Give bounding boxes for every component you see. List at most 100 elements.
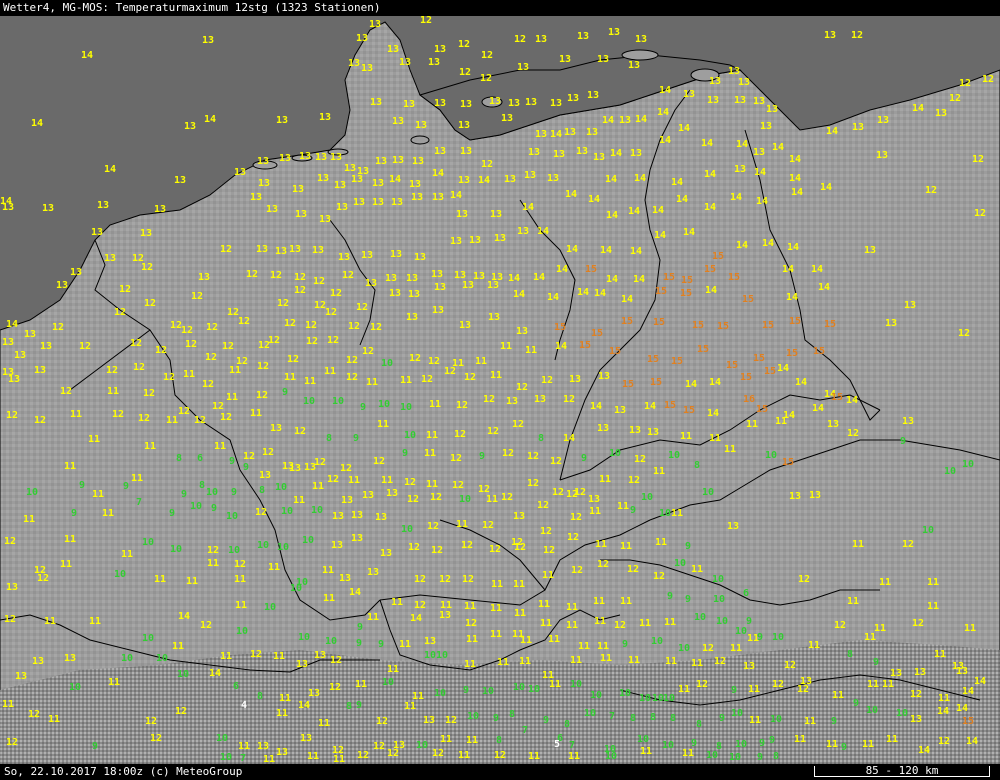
station-temperature: 13 — [2, 337, 14, 348]
station-temperature: 10 — [528, 684, 540, 695]
station-temperature: 9 — [685, 541, 691, 552]
station-temperature: 12 — [541, 375, 553, 386]
station-temperature: 12 — [409, 353, 421, 364]
station-temperature: 13 — [408, 289, 420, 300]
station-temperature: 14 — [789, 173, 801, 184]
station-temperature: 14 — [704, 169, 716, 180]
station-temperature: 11 — [366, 377, 378, 388]
station-temperature: 14 — [450, 190, 462, 201]
station-temperature: 14 — [736, 139, 748, 150]
station-temperature: 13 — [362, 490, 374, 501]
station-temperature: 13 — [707, 95, 719, 106]
station-temperature: 11 — [964, 623, 976, 634]
station-temperature: 11 — [542, 570, 554, 581]
station-temperature: 13 — [517, 226, 529, 237]
station-temperature: 9 — [667, 591, 673, 602]
station-temperature: 12 — [714, 656, 726, 667]
station-temperature: 12 — [527, 478, 539, 489]
station-temperature: 13 — [738, 77, 750, 88]
station-temperature: 11 — [514, 608, 526, 619]
station-temperature: 12 — [206, 322, 218, 333]
station-temperature: 8 — [326, 433, 332, 444]
station-temperature: 13 — [202, 35, 214, 46]
station-temperature: 9 — [231, 487, 237, 498]
station-temperature: 14 — [630, 246, 642, 257]
station-temperature: 14 — [644, 401, 656, 412]
station-temperature: 12 — [514, 34, 526, 45]
map-title: Wetter4, MG-MOS: Temperaturmaximum 12stg… — [3, 1, 381, 14]
station-temperature: 13 — [456, 209, 468, 220]
station-temperature: 12 — [628, 475, 640, 486]
station-temperature: 11 — [154, 574, 166, 585]
station-temperature: 13 — [375, 156, 387, 167]
station-temperature: 10 — [459, 494, 471, 505]
station-temperature: 13 — [469, 235, 481, 246]
station-temperature: 13 — [564, 127, 576, 138]
station-temperature: 13 — [339, 573, 351, 584]
station-temperature: 13 — [535, 34, 547, 45]
map-scale: 85 - 120 km — [814, 764, 990, 780]
station-temperature: 13 — [734, 95, 746, 106]
station-temperature: 14 — [756, 196, 768, 207]
station-temperature: 13 — [424, 636, 436, 647]
station-temperature: 15 — [704, 264, 716, 275]
map-canvas[interactable]: 13 12 12 13 12 13 13 13 12 12 13 13 13 13 13 14 13 13 13 13… — [0, 16, 1000, 764]
station-temperature: 14 — [736, 240, 748, 251]
station-temperature: 12 — [143, 388, 155, 399]
station-temperature: 13 — [356, 33, 368, 44]
station-temperature: 12 — [313, 276, 325, 287]
station-temperature: 10 — [609, 448, 621, 459]
station-temperature: 12 — [462, 574, 474, 585]
station-temperature: 13 — [289, 244, 301, 255]
station-temperature: 12 — [408, 542, 420, 553]
station-temperature: 15 — [680, 288, 692, 299]
station-temperature: 13 — [91, 227, 103, 238]
station-temperature: 10 — [228, 545, 240, 556]
station-temperature: 10 — [325, 636, 337, 647]
station-temperature: 11 — [730, 643, 742, 654]
station-temperature: 14 — [846, 395, 858, 406]
station-temperature: 14 — [820, 182, 832, 193]
station-temperature: 14 — [937, 706, 949, 717]
station-temperature: 13 — [234, 167, 246, 178]
station-temperature: 7 — [136, 497, 142, 508]
station-temperature: 12 — [155, 345, 167, 356]
station-temperature: 9 — [356, 700, 362, 711]
station-temperature: 12 — [60, 386, 72, 397]
station-temperature: 9 — [622, 639, 628, 650]
station-temperature: 12 — [330, 288, 342, 299]
station-temperature: 11 — [235, 600, 247, 611]
station-temperature: 11 — [653, 466, 665, 477]
station-temperature: 12 — [175, 706, 187, 717]
weather-map[interactable]: 13 12 12 13 12 13 13 13 12 12 13 13 13 13 13 14 13 13 13 13… — [0, 16, 1000, 764]
station-temperature: 10 — [226, 511, 238, 522]
station-temperature: 11 — [490, 629, 502, 640]
station-temperature: 10 — [678, 643, 690, 654]
station-temperature: 11 — [680, 431, 692, 442]
station-temperature: 12 — [784, 660, 796, 671]
station-temperature: 11 — [671, 508, 683, 519]
station-temperature: 14 — [621, 294, 633, 305]
station-temperature: 12 — [570, 512, 582, 523]
station-temperature: 14 — [671, 177, 683, 188]
station-temperature: 9 — [853, 698, 859, 709]
station-temperature: 11 — [867, 679, 879, 690]
station-temperature: 13 — [317, 173, 329, 184]
station-temperature: 9 — [731, 685, 737, 696]
station-temperature: 11 — [466, 634, 478, 645]
station-temperature: 13 — [494, 233, 506, 244]
station-temperature: 11 — [678, 684, 690, 695]
station-temperature: 12 — [373, 741, 385, 752]
station-temperature: 8 — [694, 460, 700, 471]
station-temperature: 11 — [879, 577, 891, 588]
station-temperature: 11 — [64, 461, 76, 472]
station-temperature: 15 — [683, 405, 695, 416]
station-temperature: 13 — [876, 150, 888, 161]
station-temperature: 11 — [804, 716, 816, 727]
station-temperature: 12 — [294, 285, 306, 296]
station-temperature: 12 — [420, 16, 432, 26]
station-temperature: 13 — [275, 246, 287, 257]
station-temperature: 13 — [576, 146, 588, 157]
station-temperature: 11 — [324, 366, 336, 377]
station-temperature: 10 — [641, 492, 653, 503]
